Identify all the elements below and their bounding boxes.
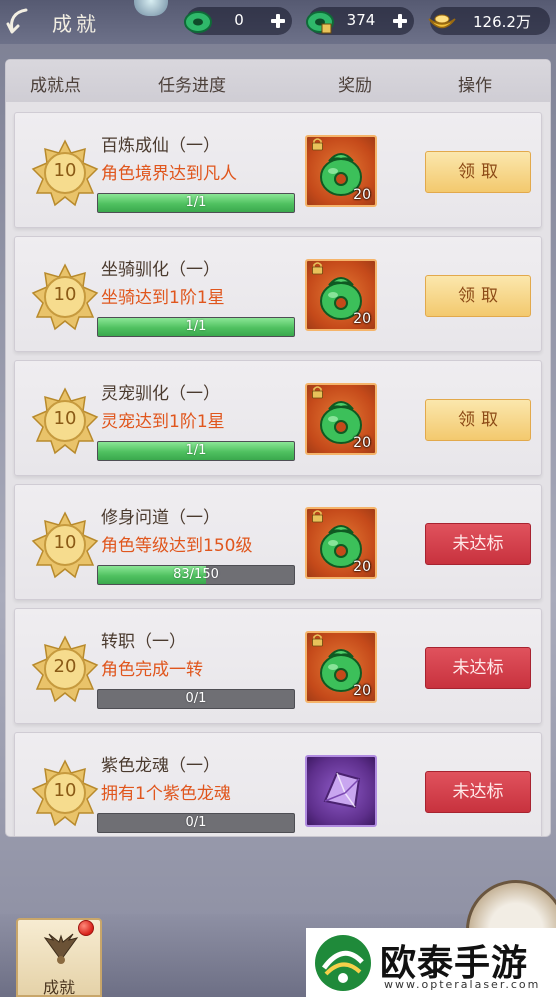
purple-crystal-icon xyxy=(323,771,361,809)
achievement-points: 10 xyxy=(53,408,77,429)
currency-bound-jade: 374 xyxy=(306,7,414,35)
achievement-title: 百炼成仙（一） xyxy=(101,136,220,156)
achievement-row: 10 坐骑驯化（一） 坐骑达到1阶1星 1/1 20 领取 xyxy=(14,236,542,352)
achievement-points: 10 xyxy=(53,532,77,553)
achievement-description: 坐骑达到1阶1星 xyxy=(101,288,225,308)
ornament-icon xyxy=(134,0,168,16)
back-arrow-icon[interactable] xyxy=(4,6,34,36)
not-reached-button[interactable]: 未达标 xyxy=(425,647,531,689)
currency-jade-value: 0 xyxy=(234,11,244,29)
achievement-points: 20 xyxy=(53,656,77,677)
notification-dot xyxy=(78,920,94,936)
add-bound-jade-button[interactable] xyxy=(390,11,410,31)
achievement-title: 灵宠驯化（一） xyxy=(101,384,220,404)
lock-icon xyxy=(312,138,323,151)
watermark-url: www.opteralaser.com xyxy=(384,978,541,991)
lock-icon xyxy=(312,634,323,647)
currency-gold: 126.2万 xyxy=(428,7,550,35)
green-jade-icon xyxy=(184,11,212,33)
achievement-points: 10 xyxy=(53,780,77,801)
reward-item[interactable]: 20 xyxy=(305,135,377,207)
reward-item[interactable]: 20 xyxy=(305,383,377,455)
achievement-title: 坐骑驯化（一） xyxy=(101,260,220,280)
reward-count: 20 xyxy=(353,683,371,699)
currency-bound-jade-value: 374 xyxy=(346,11,376,29)
wings-emblem-icon xyxy=(43,933,79,964)
progress-text: 1/1 xyxy=(185,195,207,210)
not-reached-button[interactable]: 未达标 xyxy=(425,771,531,813)
progress-bar: 1/1 xyxy=(97,441,295,461)
table-header: 成就点 任务进度 奖励 操作 xyxy=(6,60,550,102)
achievement-title: 修身问道（一） xyxy=(101,508,220,528)
watermark-logo-icon xyxy=(315,935,371,991)
achievement-row: 10 百炼成仙（一） 角色境界达到凡人 1/1 20 领取 xyxy=(14,112,542,228)
achievement-row: 10 灵宠驯化（一） 灵宠达到1阶1星 1/1 20 领取 xyxy=(14,360,542,476)
reward-item[interactable] xyxy=(305,755,377,827)
column-reward: 奖励 xyxy=(338,76,372,96)
achievement-title: 转职（一） xyxy=(101,632,186,652)
achievement-points: 10 xyxy=(53,284,77,305)
claim-button[interactable]: 领取 xyxy=(425,151,531,193)
achievement-description: 角色境界达到凡人 xyxy=(101,164,237,184)
currency-gold-value: 126.2万 xyxy=(473,13,531,31)
progress-bar: 1/1 xyxy=(97,193,295,213)
progress-text: 83/150 xyxy=(173,567,219,582)
claim-button[interactable]: 领取 xyxy=(425,275,531,317)
tab-achievements-label: 成就 xyxy=(42,978,75,997)
progress-text: 1/1 xyxy=(185,443,207,458)
reward-item[interactable]: 20 xyxy=(305,259,377,331)
achievement-description: 拥有1个紫色龙魂 xyxy=(101,784,231,804)
column-progress: 任务进度 xyxy=(158,76,226,96)
watermark: 欧泰手游网 www.opteralaser.com xyxy=(306,928,556,997)
achievement-title: 紫色龙魂（一） xyxy=(101,756,220,776)
achievement-row: 10 修身问道（一） 角色等级达到150级 83/150 20 未达标 xyxy=(14,484,542,600)
column-points: 成就点 xyxy=(30,76,81,96)
reward-count: 20 xyxy=(353,311,371,327)
lock-icon xyxy=(312,510,323,523)
progress-text: 0/1 xyxy=(185,815,207,830)
progress-bar: 1/1 xyxy=(97,317,295,337)
progress-text: 0/1 xyxy=(185,691,207,706)
reward-item[interactable]: 20 xyxy=(305,507,377,579)
reward-count: 20 xyxy=(353,435,371,451)
currency-jade: 0 xyxy=(184,7,292,35)
lock-icon xyxy=(312,386,323,399)
progress-bar: 0/1 xyxy=(97,689,295,709)
progress-bar: 83/150 xyxy=(97,565,295,585)
achievement-row: 20 转职（一） 角色完成一转 0/1 20 未达标 xyxy=(14,608,542,724)
achievement-row: 10 紫色龙魂（一） 拥有1个紫色龙魂 0/1 未达标 xyxy=(14,732,542,836)
reward-count: 20 xyxy=(353,187,371,203)
achievement-points: 10 xyxy=(53,160,77,181)
column-action: 操作 xyxy=(458,76,492,96)
not-reached-button[interactable]: 未达标 xyxy=(425,523,531,565)
lock-icon xyxy=(312,262,323,275)
achievement-description: 角色完成一转 xyxy=(101,660,203,680)
page-title: 成就 xyxy=(52,12,100,36)
top-bar: 成就 0 374 126.2万 xyxy=(0,0,556,44)
progress-text: 1/1 xyxy=(185,319,207,334)
achievement-description: 灵宠达到1阶1星 xyxy=(101,412,225,432)
claim-button[interactable]: 领取 xyxy=(425,399,531,441)
bound-jade-icon xyxy=(306,11,334,34)
add-jade-button[interactable] xyxy=(268,11,288,31)
reward-count: 20 xyxy=(353,559,371,575)
achievement-description: 角色等级达到150级 xyxy=(101,536,253,556)
progress-bar: 0/1 xyxy=(97,813,295,833)
achievement-panel: 成就点 任务进度 奖励 操作 10 百炼成仙（一） 角色境界达到凡人 1/1 2… xyxy=(6,60,550,836)
gold-ingot-icon xyxy=(428,14,456,29)
reward-item[interactable]: 20 xyxy=(305,631,377,703)
